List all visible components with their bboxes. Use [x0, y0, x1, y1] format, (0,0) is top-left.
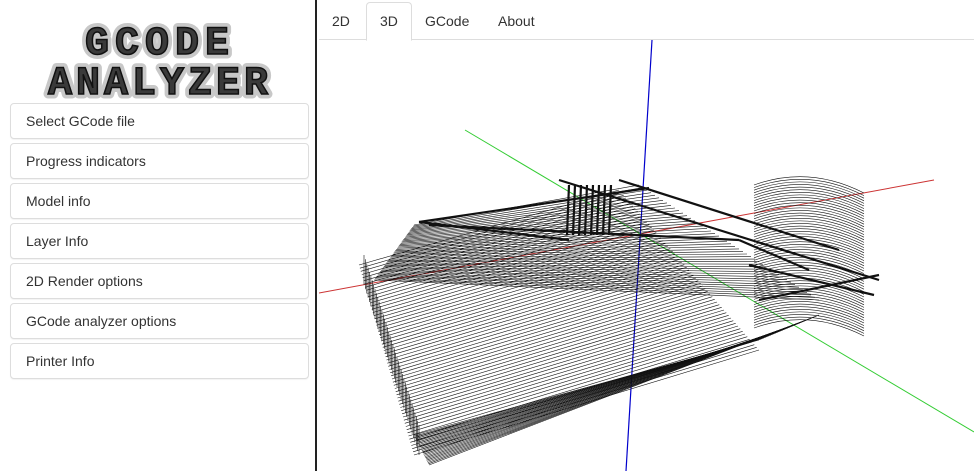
- panel-model-info[interactable]: Model info: [10, 183, 309, 219]
- tab-about[interactable]: About: [485, 2, 548, 40]
- main-area: 2D 3D GCode About: [319, 0, 974, 471]
- options-accordion: Select GCode file Progress indicators Mo…: [10, 103, 309, 383]
- tab-gcode[interactable]: GCode: [412, 2, 482, 40]
- panel-printer-info[interactable]: Printer Info: [10, 343, 309, 379]
- panel-layer-info[interactable]: Layer Info: [10, 223, 309, 259]
- tab-3d[interactable]: 3D: [366, 2, 412, 41]
- panel-label: Layer Info: [26, 233, 89, 249]
- panel-label: Select GCode file: [26, 113, 135, 129]
- panel-label: Model info: [26, 193, 91, 209]
- sidebar: GCODE GCODE ANALYZER ANALYZER Select GCo…: [0, 0, 317, 471]
- logo-line-analyzer: ANALYZER: [48, 62, 272, 100]
- panel-label: GCode analyzer options: [26, 313, 177, 329]
- panel-select-gcode-file[interactable]: Select GCode file: [10, 103, 309, 139]
- view-tabs: 2D 3D GCode About: [319, 0, 974, 41]
- panel-gcode-analyzer-options[interactable]: GCode analyzer options: [10, 303, 309, 339]
- panel-label: 2D Render options: [26, 273, 143, 289]
- tab-2d[interactable]: 2D: [319, 2, 363, 40]
- panel-progress-indicators[interactable]: Progress indicators: [10, 143, 309, 179]
- panel-2d-render-options[interactable]: 2D Render options: [10, 263, 309, 299]
- gcode-analyzer-logo: GCODE GCODE ANALYZER ANALYZER: [43, 18, 272, 101]
- 3d-viewport[interactable]: [319, 40, 974, 471]
- panel-label: Progress indicators: [26, 153, 146, 169]
- logo-line-gcode: GCODE: [85, 22, 235, 67]
- panel-label: Printer Info: [26, 353, 95, 369]
